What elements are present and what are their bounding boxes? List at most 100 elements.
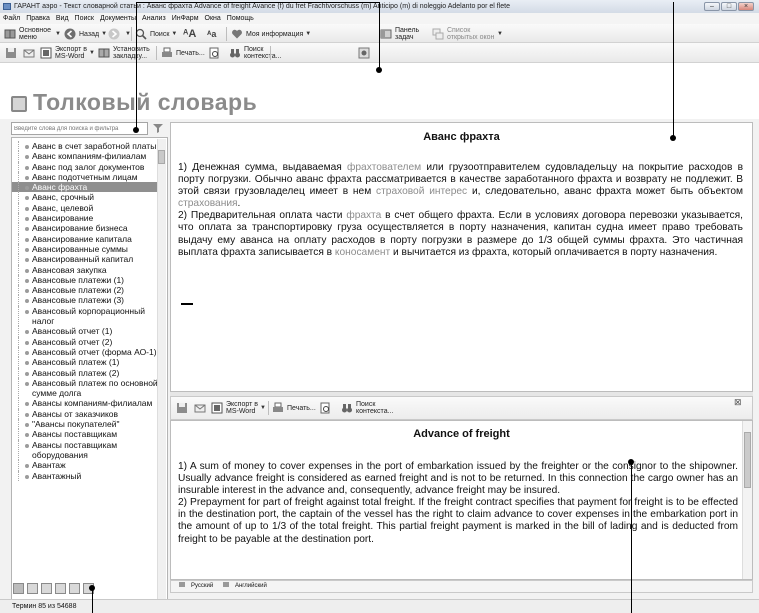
tree-item[interactable]: Авансы от заказчиков xyxy=(12,408,159,420)
minimize-button[interactable]: – xyxy=(704,2,720,11)
bookmarks-icon[interactable] xyxy=(69,583,80,594)
tree-view-icon[interactable] xyxy=(13,583,24,594)
email-button[interactable] xyxy=(23,45,38,61)
tree-item[interactable]: Аванс в счет заработной платы xyxy=(12,141,159,152)
book-view-icon[interactable] xyxy=(27,583,38,594)
tree-item[interactable]: Авансы поставщикам xyxy=(12,429,159,440)
tree-item[interactable]: Авансовый платеж (2) xyxy=(12,367,159,378)
save-icon xyxy=(177,403,187,413)
tree-scrollbar[interactable] xyxy=(157,139,166,601)
tasks-panel-button[interactable]: Панель задач xyxy=(380,26,421,42)
menu-documents[interactable]: Документы xyxy=(97,13,139,24)
tab-russian[interactable]: Русский xyxy=(175,582,213,589)
tree-connector xyxy=(18,408,19,420)
filter-icon[interactable] xyxy=(152,122,164,134)
callout-dot xyxy=(133,127,139,133)
tree-item[interactable]: Авансированные суммы xyxy=(12,243,159,255)
menu-help[interactable]: Помощь xyxy=(224,13,257,24)
link-bill-of-lading[interactable]: коносамент xyxy=(335,247,390,258)
main-menu-button[interactable]: Основное меню ▼ xyxy=(4,26,61,42)
settings-button[interactable] xyxy=(358,45,373,61)
tree-item[interactable]: Аванс, целевой xyxy=(12,202,159,214)
tree-scroll-thumb[interactable] xyxy=(158,150,165,164)
tree-item[interactable]: Аванс подотчетным лицам xyxy=(12,171,159,183)
tree-connector xyxy=(18,377,19,399)
back-button[interactable]: Назад ▼ xyxy=(64,26,107,42)
tree-item[interactable]: Авансирование xyxy=(12,213,159,224)
tree-item[interactable]: Авансирование капитала xyxy=(12,233,159,244)
link-insurance[interactable]: страхования xyxy=(178,198,238,209)
open-windows-button[interactable]: Список открытых окон ▼ xyxy=(432,26,503,42)
tree-item[interactable]: Аванс под залог документов xyxy=(12,161,159,172)
tree-item[interactable]: Авансовый отчет (2) xyxy=(12,336,159,347)
export-word-button-2[interactable]: Экспорт в MS-Word ▼ xyxy=(211,400,266,416)
tree-item[interactable]: Авансовая закупка xyxy=(12,264,159,275)
email-button-2[interactable] xyxy=(194,400,209,416)
callout-dot xyxy=(89,585,95,591)
search-button[interactable]: Поиск ▼ xyxy=(135,26,177,42)
tree-item[interactable]: Аванс фрахта xyxy=(12,182,159,193)
tree-item[interactable]: Авансовые платежи (2) xyxy=(12,285,159,296)
tree-item[interactable]: Авансовые платежи (1) xyxy=(12,274,159,286)
bullet-icon xyxy=(25,186,29,191)
bullet-icon xyxy=(25,258,29,263)
my-info-button[interactable]: Моя информация ▼ xyxy=(231,26,311,42)
menu-windows[interactable]: Окна xyxy=(202,13,224,24)
tree-item[interactable]: Аванс, срочный xyxy=(12,192,159,203)
tree-item[interactable]: Авансы компаниям-филиалам xyxy=(12,398,159,409)
menu-search[interactable]: Поиск xyxy=(72,13,97,24)
tree-item[interactable]: Авансовый корпорационный налог xyxy=(12,305,159,327)
bookmark-button[interactable]: Установить закладку... xyxy=(98,45,157,61)
font-increase-button[interactable]: ᴬA xyxy=(183,26,196,42)
menu-infarm[interactable]: ИнФарм xyxy=(169,13,202,24)
binoculars-icon xyxy=(230,49,240,58)
menu-file[interactable]: Файл xyxy=(0,13,23,24)
folder-icon[interactable] xyxy=(55,583,66,594)
save-button[interactable] xyxy=(5,45,20,61)
tree-item[interactable]: Авансовые платежи (3) xyxy=(12,295,159,306)
article-en-scroll-thumb[interactable] xyxy=(744,432,751,488)
callout-line xyxy=(136,2,380,3)
context-search-button-2[interactable]: Поиск контекста... xyxy=(341,400,393,416)
toolbar-separator xyxy=(156,46,157,60)
menu-analysis[interactable]: Анализ xyxy=(139,13,169,24)
context-search-button[interactable]: Поиск контекста... xyxy=(229,45,281,61)
print-button-2[interactable]: Печать... xyxy=(272,400,316,416)
tree-item[interactable]: Авансовый платеж по основной сумме долга xyxy=(12,377,159,399)
tree-item[interactable]: Авансированный капитал xyxy=(12,254,159,265)
close-pane-icon[interactable]: ⊠ xyxy=(734,397,742,408)
page-preview-icon xyxy=(320,402,330,414)
print-button[interactable]: Печать... xyxy=(161,45,205,61)
bullet-icon xyxy=(25,289,29,294)
link-freight[interactable]: фрахта xyxy=(346,210,381,221)
tree-item[interactable]: Авансовый платеж (1) xyxy=(12,357,159,368)
tree-item[interactable]: Авансовый отчет (форма АО-1) xyxy=(12,346,159,358)
tree-item[interactable]: Авантажный xyxy=(12,470,159,481)
preview-button[interactable] xyxy=(208,45,223,61)
tree-item[interactable]: Авансовый отчет (1) xyxy=(12,326,159,337)
close-button[interactable]: × xyxy=(738,2,754,11)
menu-view[interactable]: Вид xyxy=(53,13,72,24)
tree-connector xyxy=(18,326,19,337)
font-decrease-button[interactable]: ᴬa xyxy=(207,26,216,42)
tree-item[interactable]: "Авансы покупателей" xyxy=(12,419,159,430)
callout-dot xyxy=(376,67,382,73)
forward-button[interactable]: ▼ xyxy=(108,26,131,42)
save-button-2[interactable] xyxy=(176,400,191,416)
article-en-title: Advance of freight xyxy=(413,428,510,440)
tree-item[interactable]: Авансирование бизнеса xyxy=(12,223,159,234)
link-insurable-interest[interactable]: страховой интерес xyxy=(376,186,467,197)
list-view-icon[interactable] xyxy=(41,583,52,594)
export-word-button[interactable]: Экспорт в MS-Word ▼ xyxy=(40,45,95,61)
maximize-button[interactable]: □ xyxy=(721,2,737,11)
search-input[interactable] xyxy=(11,122,148,135)
tree-item[interactable]: Авансы поставщикам оборудования xyxy=(12,439,159,461)
tree-connector xyxy=(18,254,19,265)
menu-edit[interactable]: Правка xyxy=(23,13,53,24)
tree-item[interactable]: Аванс компаниям-филиалам xyxy=(12,151,159,162)
preview-button-2[interactable] xyxy=(319,400,334,416)
tab-english[interactable]: Английский xyxy=(219,582,267,589)
language-tabs: Русский Английский xyxy=(170,580,753,593)
link-freighter[interactable]: фрахтователем xyxy=(347,162,421,173)
tree-item[interactable]: Авантаж xyxy=(12,460,159,471)
